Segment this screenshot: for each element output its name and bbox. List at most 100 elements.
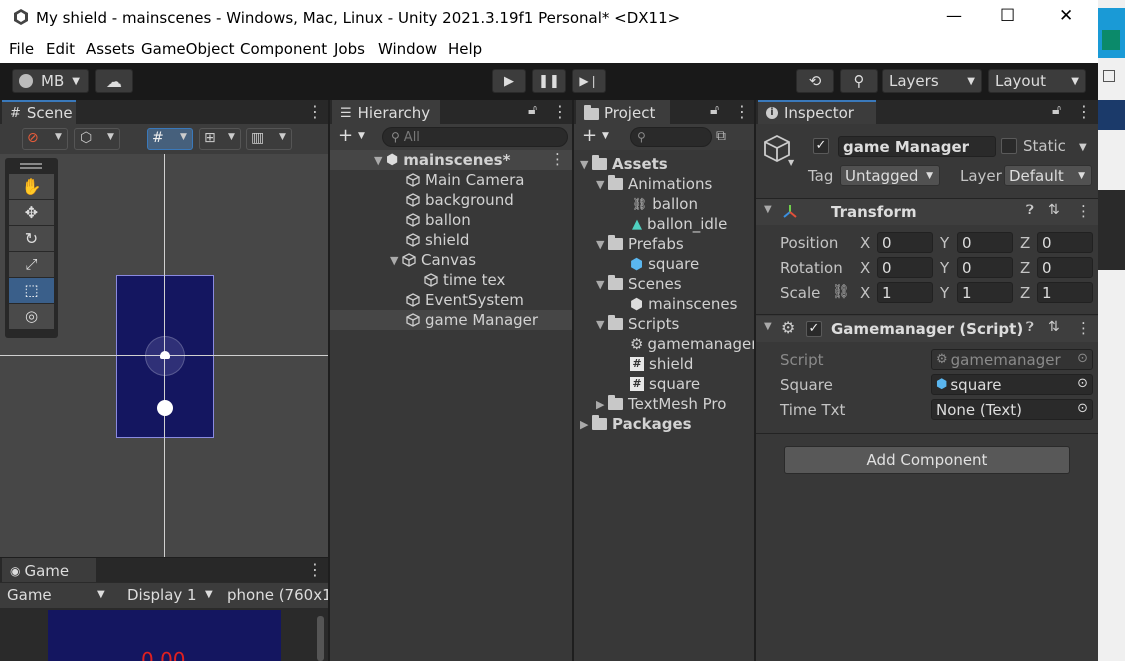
increment-snap-dropdown[interactable]: ▥ ▼ bbox=[246, 128, 292, 150]
tab-hierarchy[interactable]: ☰ Hierarchy bbox=[332, 100, 440, 124]
resolution-dropdown[interactable]: phone (760x1 bbox=[227, 586, 328, 604]
menu-help[interactable]: Help bbox=[448, 40, 482, 58]
hierarchy-item[interactable]: ▼ Canvas bbox=[390, 250, 476, 270]
transform-header[interactable]: ▼ Transform ❓︎ ⇅ ⋮ bbox=[756, 199, 1098, 225]
view-options-dropdown[interactable]: ⬡ ▼ bbox=[74, 128, 120, 150]
project-search-field[interactable]: ⚲ bbox=[630, 127, 712, 147]
link-icon[interactable]: ⛓ bbox=[832, 284, 850, 300]
add-button[interactable]: + bbox=[338, 125, 353, 146]
tag-dropdown[interactable]: Untagged ▼ bbox=[840, 165, 940, 186]
kebab-menu-icon[interactable]: ⋮ bbox=[550, 150, 565, 168]
gizmo-dropdown[interactable]: ⊘ ▼ bbox=[22, 128, 68, 150]
position-y-field[interactable]: 0 bbox=[957, 232, 1013, 253]
layer-dropdown[interactable]: Default ▼ bbox=[1004, 165, 1092, 186]
project-item[interactable]: ▼ Assets bbox=[580, 154, 668, 174]
layers-dropdown[interactable]: Layers ▼ bbox=[882, 69, 982, 93]
step-button[interactable]: ▶❘ bbox=[572, 69, 606, 93]
position-x-field[interactable]: 0 bbox=[877, 232, 933, 253]
snap-increment-dropdown[interactable]: ⊞ ▼ bbox=[199, 128, 241, 150]
display-dropdown[interactable]: Display 1 bbox=[127, 586, 197, 604]
menu-file[interactable]: File bbox=[9, 40, 34, 58]
active-checkbox[interactable]: ✓ bbox=[813, 138, 829, 154]
static-checkbox[interactable] bbox=[1001, 138, 1017, 154]
cloud-button[interactable]: ☁ bbox=[95, 69, 133, 93]
rotate-tool-icon[interactable]: ↻ bbox=[9, 226, 54, 251]
filter-icon[interactable]: ⧉ bbox=[716, 128, 726, 144]
project-item[interactable]: ⬢ square bbox=[630, 254, 699, 274]
scene-viewport[interactable]: ✋ ✥ ↻ ⤢ ⬚ ◎ bbox=[0, 154, 328, 557]
rotation-x-field[interactable]: 0 bbox=[877, 257, 933, 278]
menu-gameobject[interactable]: GameObject bbox=[141, 40, 235, 58]
hierarchy-item[interactable]: Main Camera bbox=[406, 170, 524, 190]
kebab-menu-icon[interactable]: ⋮ bbox=[307, 102, 323, 121]
hierarchy-search-field[interactable]: ⚲ All bbox=[382, 127, 568, 147]
close-button[interactable]: ✕ bbox=[1059, 6, 1073, 26]
project-item[interactable]: ⬢ mainscenes bbox=[630, 294, 737, 314]
presets-icon[interactable]: ⇅ bbox=[1048, 202, 1060, 218]
time-txt-field[interactable]: None (Text) ⊙ bbox=[931, 399, 1093, 420]
help-icon[interactable]: ❓︎ bbox=[1026, 203, 1034, 218]
tab-inspector[interactable]: i Inspector bbox=[758, 100, 876, 124]
menu-window[interactable]: Window bbox=[378, 40, 437, 58]
move-tool-icon[interactable]: ✥ bbox=[9, 200, 54, 225]
menu-assets[interactable]: Assets bbox=[86, 40, 135, 58]
tab-scene[interactable]: # Scene bbox=[2, 100, 76, 124]
project-item[interactable]: ▶ TextMesh Pro bbox=[596, 394, 726, 414]
kebab-menu-icon[interactable]: ⋮ bbox=[552, 102, 568, 121]
rotation-y-field[interactable]: 0 bbox=[957, 257, 1013, 278]
scene-root-row[interactable]: ▼ ⬢ mainscenes* ⋮ bbox=[330, 150, 572, 170]
lock-icon[interactable]: 🔓︎ bbox=[710, 102, 719, 118]
kebab-menu-icon[interactable]: ⋮ bbox=[1076, 102, 1092, 121]
kebab-menu-icon[interactable]: ⋮ bbox=[307, 560, 323, 579]
help-icon[interactable]: ❓︎ bbox=[1026, 320, 1034, 335]
game-view-dropdown[interactable]: Game bbox=[7, 586, 52, 604]
project-item[interactable]: ⚙ gamemanager bbox=[630, 334, 754, 354]
object-picker-icon[interactable]: ⊙ bbox=[1077, 401, 1088, 416]
hierarchy-item[interactable]: EventSystem bbox=[406, 290, 524, 310]
project-item[interactable]: # shield bbox=[630, 354, 693, 374]
project-item[interactable]: ▼ Prefabs bbox=[596, 234, 684, 254]
project-item[interactable]: ▼ Animations bbox=[596, 174, 712, 194]
menu-edit[interactable]: Edit bbox=[46, 40, 75, 58]
maximize-button[interactable]: ☐ bbox=[1000, 6, 1015, 26]
search-button[interactable]: ⚲ bbox=[840, 69, 878, 93]
account-dropdown[interactable]: MB ▼ bbox=[12, 69, 89, 93]
tab-project[interactable]: Project bbox=[576, 100, 670, 124]
scale-tool-icon[interactable]: ⤢ bbox=[9, 252, 54, 277]
grid-snap-toggle[interactable]: # ▼ bbox=[147, 128, 193, 150]
component-enabled-checkbox[interactable]: ✓ bbox=[806, 321, 822, 337]
project-item[interactable]: # square bbox=[630, 374, 700, 394]
minimize-button[interactable]: — bbox=[946, 6, 962, 25]
layout-dropdown[interactable]: Layout ▼ bbox=[988, 69, 1086, 93]
game-scrollbar[interactable] bbox=[317, 616, 324, 661]
scale-x-field[interactable]: 1 bbox=[877, 282, 933, 303]
hierarchy-item[interactable]: time tex bbox=[424, 270, 505, 290]
project-item[interactable]: ▶ Packages bbox=[580, 414, 692, 434]
menu-jobs[interactable]: Jobs bbox=[334, 40, 365, 58]
hierarchy-item[interactable]: shield bbox=[406, 230, 469, 250]
menu-component[interactable]: Component bbox=[240, 40, 327, 58]
add-component-button[interactable]: Add Component bbox=[784, 446, 1070, 474]
kebab-menu-icon[interactable]: ⋮ bbox=[1076, 202, 1091, 220]
rect-tool-icon[interactable]: ⬚ bbox=[9, 278, 54, 303]
game-viewport[interactable]: 0.00 bbox=[48, 610, 281, 661]
project-item[interactable]: ▼ Scenes bbox=[596, 274, 682, 294]
chevron-down-icon[interactable]: ▼ bbox=[1079, 142, 1087, 153]
project-item[interactable]: ⛓ ballon bbox=[632, 194, 698, 214]
project-item[interactable]: ▼ Scripts bbox=[596, 314, 679, 334]
transform-tool-icon[interactable]: ◎ bbox=[9, 304, 54, 329]
scale-y-field[interactable]: 1 bbox=[957, 282, 1013, 303]
object-name-field[interactable]: game Manager bbox=[838, 136, 996, 157]
project-item[interactable]: ▲ ballon_idle bbox=[632, 214, 727, 234]
kebab-menu-icon[interactable]: ⋮ bbox=[734, 102, 750, 121]
position-z-field[interactable]: 0 bbox=[1037, 232, 1093, 253]
object-picker-icon[interactable]: ⊙ bbox=[1077, 376, 1088, 391]
lock-icon[interactable]: 🔓︎ bbox=[528, 102, 537, 118]
add-button[interactable]: + bbox=[582, 125, 597, 146]
presets-icon[interactable]: ⇅ bbox=[1048, 319, 1060, 335]
scale-z-field[interactable]: 1 bbox=[1037, 282, 1093, 303]
tab-game[interactable]: ◉ Game bbox=[2, 558, 96, 582]
kebab-menu-icon[interactable]: ⋮ bbox=[1076, 319, 1091, 337]
lock-icon[interactable]: 🔓︎ bbox=[1052, 102, 1061, 118]
square-field[interactable]: ⬢ square ⊙ bbox=[931, 374, 1093, 395]
